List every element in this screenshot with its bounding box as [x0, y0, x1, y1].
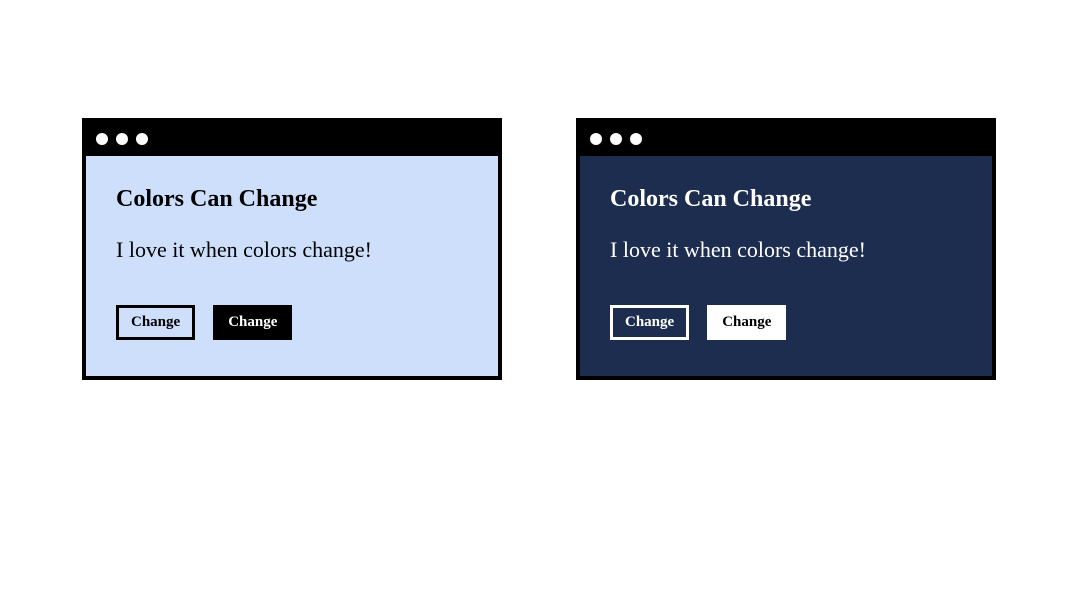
change-button-outline[interactable]: Change	[116, 305, 195, 340]
change-button-solid[interactable]: Change	[707, 305, 786, 340]
panel-heading: Colors Can Change	[116, 186, 468, 213]
panel-dark: Colors Can Change I love it when colors …	[580, 156, 992, 376]
button-row: Change Change	[610, 305, 962, 340]
window-control-dot-icon	[96, 133, 108, 145]
window-titlebar	[86, 122, 498, 156]
change-button-solid[interactable]: Change	[213, 305, 292, 340]
panel-heading: Colors Can Change	[610, 186, 962, 213]
panel-body: I love it when colors change!	[116, 235, 468, 265]
window-control-dot-icon	[116, 133, 128, 145]
panel-body: I love it when colors change!	[610, 235, 962, 265]
window-control-dot-icon	[136, 133, 148, 145]
window-titlebar	[580, 122, 992, 156]
window-control-dot-icon	[610, 133, 622, 145]
button-row: Change Change	[116, 305, 468, 340]
change-button-outline[interactable]: Change	[610, 305, 689, 340]
window-control-dot-icon	[630, 133, 642, 145]
panel-light: Colors Can Change I love it when colors …	[86, 156, 498, 376]
window-mockup-light: Colors Can Change I love it when colors …	[82, 118, 502, 380]
window-control-dot-icon	[590, 133, 602, 145]
window-mockup-dark: Colors Can Change I love it when colors …	[576, 118, 996, 380]
